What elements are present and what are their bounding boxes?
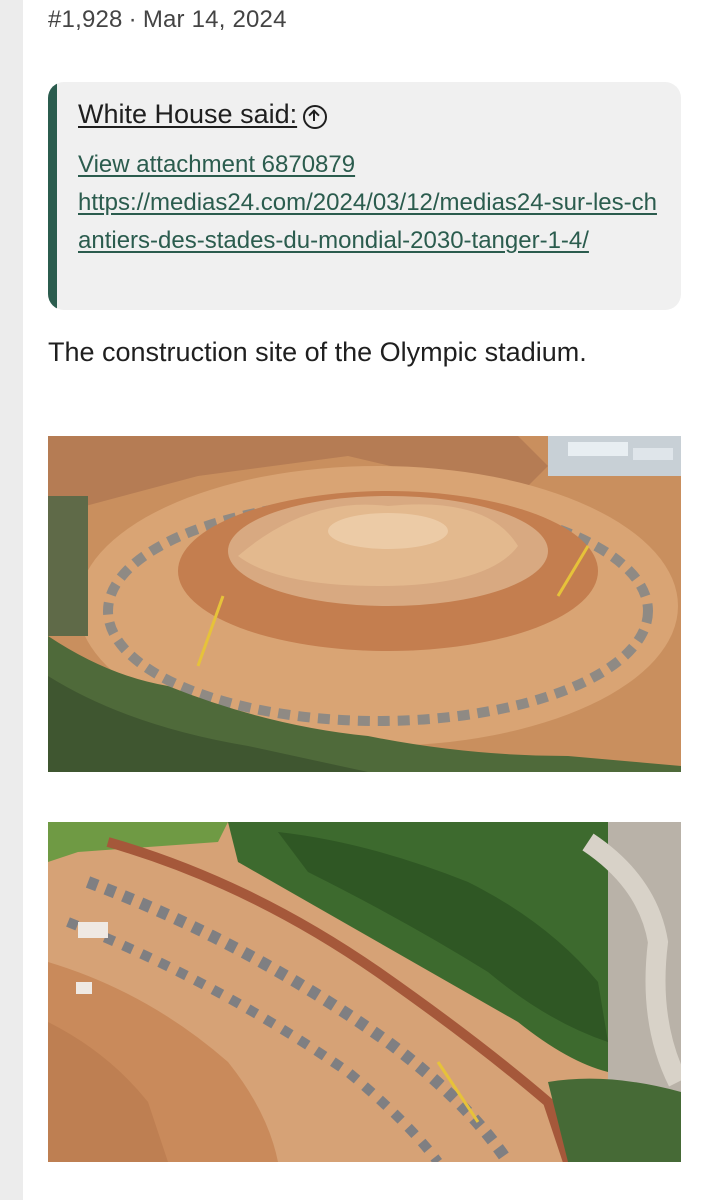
quote-author-label: White House said: — [78, 99, 298, 129]
meta-separator: · — [128, 6, 137, 33]
construction-photo-1 — [48, 436, 681, 772]
post-page: #1,928 · Mar 14, 2024 White House said: Vi… — [0, 0, 706, 1200]
attachment-image-1[interactable] — [48, 436, 681, 772]
thread-rail — [0, 0, 23, 1200]
arrow-up-circle-icon[interactable] — [303, 104, 328, 129]
post-number-link[interactable]: #1,928 — [48, 6, 123, 33]
post-body-text: The construction site of the Olympic sta… — [48, 337, 587, 367]
post-meta: #1,928 · Mar 14, 2024 — [48, 6, 287, 34]
quote-block: White House said: View attachment 687087… — [48, 82, 681, 310]
source-url-link[interactable]: https://medias24.com/2024/03/12/medias24… — [78, 184, 658, 260]
view-attachment-link[interactable]: View attachment 6870879 — [78, 146, 658, 184]
quote-links: View attachment 6870879 https://medias24… — [78, 146, 658, 260]
post-date-link[interactable]: Mar 14, 2024 — [143, 6, 287, 33]
quote-author-link[interactable]: White House said: — [78, 99, 328, 130]
quote-accent-bar — [48, 82, 57, 310]
attachment-image-2[interactable] — [48, 822, 681, 1162]
construction-photo-2 — [48, 822, 681, 1162]
